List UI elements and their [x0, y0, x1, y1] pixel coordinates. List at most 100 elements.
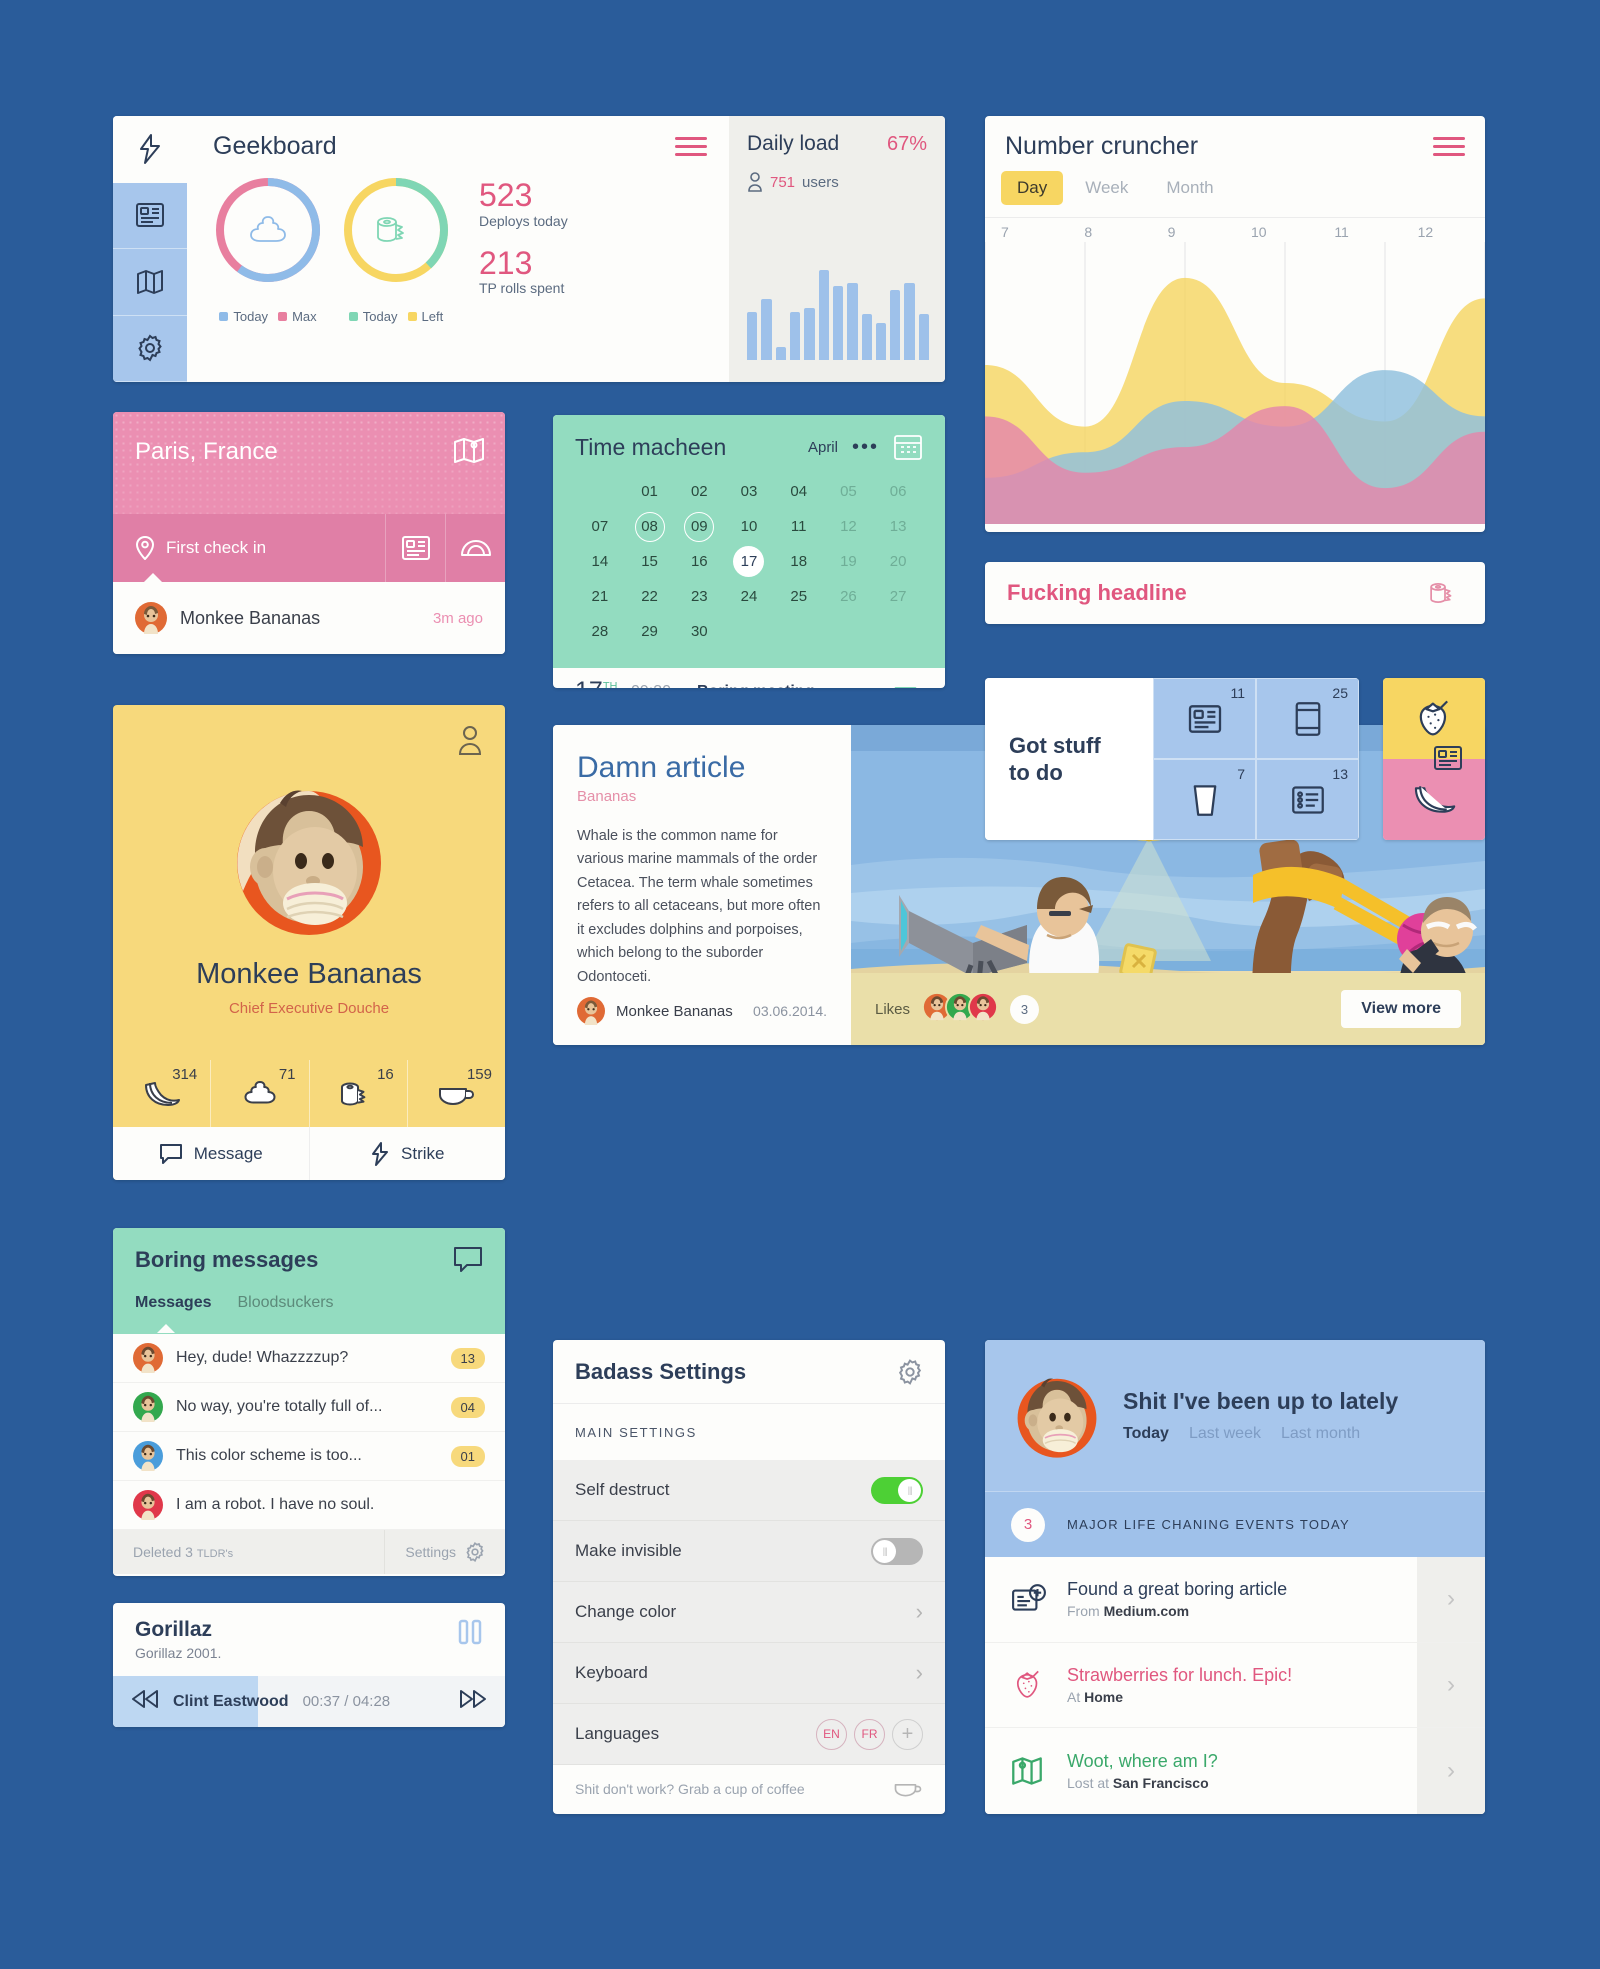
calendar-day[interactable]: 22: [625, 580, 675, 613]
message-button[interactable]: Message: [113, 1127, 309, 1180]
calendar-day[interactable]: 18: [774, 545, 824, 578]
calendar-day[interactable]: 28: [575, 615, 625, 648]
strawberry-icon: [1016, 1670, 1039, 1698]
tile-phone[interactable]: 25: [1256, 678, 1359, 759]
settings-footer[interactable]: Shit don't work? Grab a cup of coffee: [553, 1765, 945, 1813]
tab-month[interactable]: Month: [1150, 171, 1229, 205]
hamburger-menu-button[interactable]: [1433, 132, 1465, 161]
tile-articles[interactable]: 11: [1153, 678, 1256, 759]
view-more-button[interactable]: View more: [1341, 990, 1461, 1028]
croissant-icon-button[interactable]: [445, 514, 505, 582]
chevron-right-icon[interactable]: ›: [1417, 1728, 1485, 1814]
add-language-button[interactable]: +: [892, 1718, 923, 1750]
more-options-button[interactable]: •••: [852, 437, 879, 457]
calendar-day[interactable]: 16: [674, 545, 724, 578]
calendar-day[interactable]: 11: [774, 510, 824, 543]
activity-row-strawberry[interactable]: Strawberries for lunch. Epic! At Home ›: [985, 1642, 1485, 1729]
calendar-day[interactable]: 04: [774, 475, 824, 508]
message-row[interactable]: No way, you're totally full of... 04: [113, 1383, 505, 1432]
calendar-event[interactable]: 17TH 09:30 Boring meeting: [553, 668, 945, 688]
tab-last-month[interactable]: Last month: [1281, 1425, 1360, 1443]
calendar-day[interactable]: 02: [674, 475, 724, 508]
tile-list[interactable]: 13: [1256, 759, 1359, 840]
stat-coffee[interactable]: 159: [406, 1060, 505, 1128]
forward-button[interactable]: [459, 1688, 487, 1715]
tab-messages[interactable]: Messages: [135, 1294, 212, 1333]
sidebar-item-lightning[interactable]: [113, 116, 187, 183]
activity-row-location[interactable]: Woot, where am I? Lost at San Francisco …: [985, 1728, 1485, 1814]
calendar-day[interactable]: 21: [575, 580, 625, 613]
calendar-day[interactable]: 13: [873, 510, 923, 543]
toggle-make-invisible[interactable]: [871, 1537, 923, 1565]
message-row[interactable]: Hey, dude! Whazzzzup? 13: [113, 1334, 505, 1383]
setting-keyboard[interactable]: Keyboard ›: [553, 1643, 945, 1704]
calendar-day[interactable]: 23: [674, 580, 724, 613]
bar: [847, 282, 858, 360]
calendar-day[interactable]: 25: [774, 580, 824, 613]
calendar-day[interactable]: 08: [625, 510, 675, 543]
calendar-day[interactable]: 12: [824, 510, 874, 543]
message-row[interactable]: This color scheme is too... 01: [113, 1432, 505, 1481]
chat-bubble-icon[interactable]: [453, 1246, 483, 1274]
toggle-self-destruct[interactable]: [871, 1476, 923, 1504]
setting-self-destruct[interactable]: Self destruct: [553, 1460, 945, 1521]
user-icon: [748, 172, 762, 192]
tab-today[interactable]: Today: [1123, 1425, 1169, 1443]
tile-cup[interactable]: 7: [1153, 759, 1256, 840]
tab-day[interactable]: Day: [1001, 171, 1064, 205]
calendar-day[interactable]: 03: [724, 475, 774, 508]
stat-bananas[interactable]: 314: [113, 1060, 210, 1128]
tab-week[interactable]: Week: [1069, 171, 1144, 205]
sidebar-item-map[interactable]: [113, 249, 187, 316]
calendar-day[interactable]: 07: [575, 510, 625, 543]
article-icon[interactable]: [1433, 745, 1463, 776]
strike-button[interactable]: Strike: [308, 1127, 506, 1180]
gear-icon[interactable]: [897, 1358, 923, 1385]
toilet-roll-icon: [341, 1082, 366, 1106]
article-icon-button[interactable]: [385, 514, 445, 582]
calendar-day[interactable]: 29: [625, 615, 675, 648]
calendar-day[interactable]: 17: [724, 545, 774, 578]
calendar-day[interactable]: 27: [873, 580, 923, 613]
calendar-day[interactable]: 19: [824, 545, 874, 578]
hamburger-menu-button[interactable]: [675, 132, 707, 161]
tab-last-week[interactable]: Last week: [1189, 1425, 1261, 1443]
calendar-day[interactable]: 05: [824, 475, 874, 508]
rewind-button[interactable]: [131, 1688, 159, 1715]
player-controls: Clint Eastwood 00:37 / 04:28: [113, 1676, 505, 1727]
calendar-day[interactable]: 24: [724, 580, 774, 613]
activity-count: 3: [1011, 1507, 1045, 1542]
calendar-day[interactable]: 14: [575, 545, 625, 578]
setting-make-invisible[interactable]: Make invisible: [553, 1521, 945, 1582]
stat-toilet-roll[interactable]: 16: [308, 1060, 407, 1128]
lang-en[interactable]: EN: [816, 1718, 847, 1750]
calendar-day[interactable]: 10: [724, 510, 774, 543]
pause-button[interactable]: [457, 1618, 483, 1646]
stat-poop[interactable]: 71: [210, 1060, 308, 1128]
map-icon[interactable]: [453, 434, 485, 471]
activity-row-article[interactable]: Found a great boring article From Medium…: [985, 1557, 1485, 1643]
chevron-right-icon[interactable]: ›: [1417, 1557, 1485, 1642]
user-icon[interactable]: [457, 725, 483, 760]
lang-fr[interactable]: FR: [854, 1718, 885, 1750]
tab-bloodsuckers[interactable]: Bloodsuckers: [238, 1294, 334, 1312]
donut-chart-tp: Today Left: [341, 175, 451, 324]
calendar-day[interactable]: 09: [674, 510, 724, 543]
calendar-day[interactable]: 01: [625, 475, 675, 508]
sidebar-item-settings[interactable]: [113, 316, 187, 382]
first-checkin-button[interactable]: First check in: [113, 536, 385, 560]
calendar-day[interactable]: 20: [873, 545, 923, 578]
calendar-day[interactable]: 30: [674, 615, 724, 648]
settings-button[interactable]: Settings: [384, 1530, 505, 1574]
calendar-day[interactable]: 06: [873, 475, 923, 508]
calendar-day[interactable]: 15: [625, 545, 675, 578]
calendar-month[interactable]: April: [808, 439, 838, 456]
setting-languages[interactable]: Languages EN FR +: [553, 1704, 945, 1765]
setting-change-color[interactable]: Change color ›: [553, 1582, 945, 1643]
calendar-icon[interactable]: [893, 433, 923, 461]
calendar-blank: [575, 475, 625, 508]
message-row[interactable]: I am a robot. I have no soul.: [113, 1481, 505, 1530]
chevron-right-icon[interactable]: ›: [1417, 1642, 1485, 1728]
calendar-day[interactable]: 26: [824, 580, 874, 613]
sidebar-item-article[interactable]: [113, 183, 187, 249]
